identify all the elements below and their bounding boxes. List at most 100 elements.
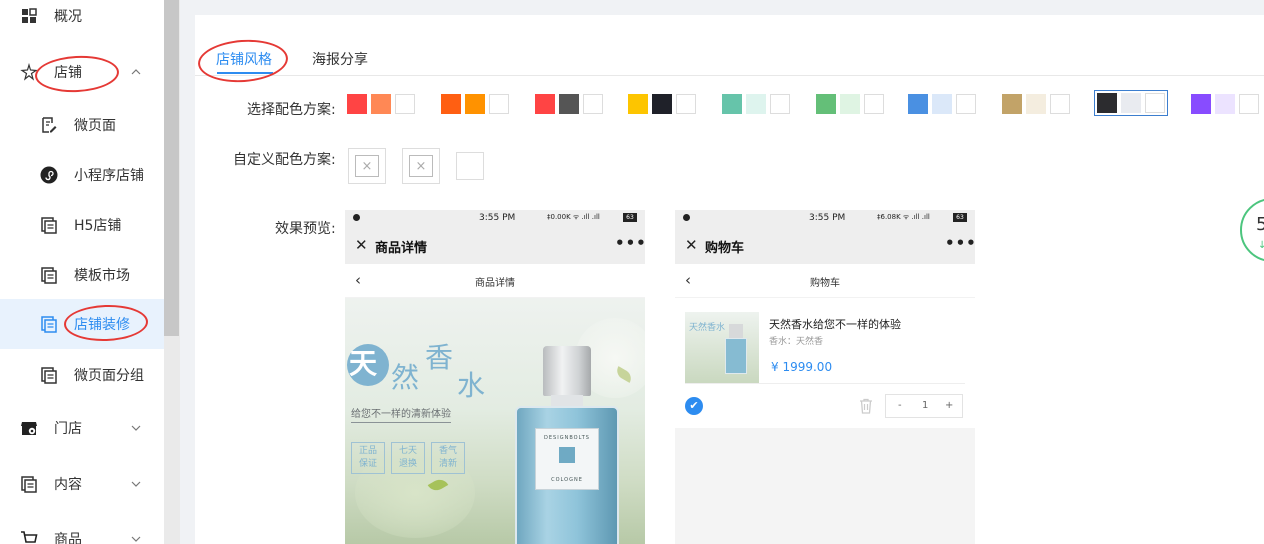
chevron-down-icon: [131, 425, 141, 431]
sidebar: 概况 店铺 微页面 小程序店铺 H5店铺 模板市场 店铺装修 微页面分组 门店 …: [0, 0, 164, 544]
color-scheme-option[interactable]: [722, 92, 790, 116]
app-root: 概况 店铺 微页面 小程序店铺 H5店铺 模板市场 店铺装修 微页面分组 门店 …: [0, 0, 1264, 544]
window-title-bar: ✕ 购物车 •••: [675, 226, 975, 264]
product-tag: 七天 退换: [391, 442, 425, 474]
increase-button[interactable]: +: [945, 400, 953, 411]
sidebar-item-content[interactable]: 内容: [0, 459, 164, 509]
custom-color-empty-icon: ×: [355, 155, 379, 177]
sidebar-item-label: 微页面分组: [74, 368, 144, 384]
sidebar-item-label: 门店: [54, 421, 82, 437]
sidebar-item-micro-page[interactable]: 微页面: [0, 100, 164, 150]
sidebar-item-template-market[interactable]: 模板市场: [0, 250, 164, 300]
page-title: 购物车: [810, 278, 840, 289]
sidebar-item-mini-program-shop[interactable]: 小程序店铺: [0, 150, 164, 200]
color-swatch: [489, 94, 509, 114]
sidebar-item-store[interactable]: 门店: [0, 403, 164, 453]
custom-color-primary-picker[interactable]: ×: [348, 148, 386, 184]
quantity-stepper[interactable]: - 1 +: [885, 394, 963, 418]
color-scheme-option[interactable]: [441, 92, 509, 116]
down-arrow-icon: ↓: [1258, 240, 1264, 251]
color-swatch: [816, 94, 836, 114]
custom-color-secondary-picker[interactable]: ×: [402, 148, 440, 184]
sidebar-item-label: 微页面: [74, 118, 116, 134]
network-status: ‡6.08K ᯤ .ıll .ıll: [877, 213, 930, 221]
close-icon[interactable]: ✕: [685, 236, 698, 254]
sidebar-item-micro-page-group[interactable]: 微页面分组: [0, 350, 164, 400]
battery-icon: 63: [623, 213, 637, 222]
trash-icon[interactable]: [857, 397, 875, 415]
more-icon[interactable]: •••: [615, 234, 645, 252]
color-swatch: [908, 94, 928, 114]
color-swatch: [1050, 94, 1070, 114]
more-icon[interactable]: •••: [945, 234, 975, 252]
cart-preview: 3:55 PM ‡6.08K ᯤ .ıll .ıll 63 ✕ 购物车 ••• …: [675, 210, 975, 544]
product-hero-image: 天 然 香 水 给您不一样的清新体验 正品 保证 七天 退换 香气 清新 DES…: [345, 298, 645, 544]
color-scheme-option[interactable]: [628, 92, 696, 116]
color-scheme-option[interactable]: [535, 92, 603, 116]
color-swatch: [1026, 94, 1046, 114]
close-icon[interactable]: ✕: [355, 236, 368, 254]
product-title-char: 然: [391, 361, 420, 394]
bottle-cap: [543, 346, 591, 396]
sidebar-scrollbar-thumb[interactable]: [164, 0, 179, 336]
cart-item: 天然香水 天然香水给您不一样的体验 香水：天然香 ¥ 1999.00 ✔ - 1…: [675, 298, 975, 428]
color-scheme-option[interactable]: [1191, 92, 1259, 116]
page-nav-bar: ‹ 商品详情: [345, 264, 645, 298]
window-title: 购物车: [705, 241, 745, 256]
color-swatch: [1215, 94, 1235, 114]
status-bar: 3:55 PM ‡0.00K ᯤ .ıll .ıll 63: [345, 210, 645, 226]
page-title: 商品详情: [475, 278, 515, 289]
tab-shop-style[interactable]: 店铺风格: [216, 49, 272, 69]
color-swatch: [956, 94, 976, 114]
cart-empty-area: [675, 428, 975, 544]
color-scheme-option[interactable]: [1094, 90, 1168, 116]
chevron-down-icon: [131, 536, 141, 542]
product-title-char: 水: [457, 369, 486, 402]
quantity-value: 1: [922, 400, 929, 411]
color-swatch: [465, 94, 485, 114]
custom-color-empty-icon: ×: [409, 155, 433, 177]
mini-program-icon: [40, 166, 58, 184]
color-swatch: [347, 94, 367, 114]
dashboard-grid-icon: [20, 7, 38, 25]
sidebar-item-shop[interactable]: 店铺: [0, 47, 164, 97]
sidebar-item-h5-shop[interactable]: H5店铺: [0, 200, 164, 250]
sidebar-item-label: H5店铺: [74, 218, 122, 234]
color-scheme-option[interactable]: [908, 92, 976, 116]
checked-icon[interactable]: ✔: [685, 397, 703, 415]
sidebar-item-shop-decoration[interactable]: 店铺装修: [0, 299, 164, 349]
tab-poster-share[interactable]: 海报分享: [312, 49, 368, 69]
cart-item-thumbnail[interactable]: 天然香水: [685, 312, 759, 384]
content-icon: [20, 475, 38, 493]
custom-color-tertiary-picker[interactable]: [456, 152, 484, 180]
decoration-icon: [40, 315, 58, 333]
color-swatch: [1145, 93, 1165, 113]
window-title-bar: ✕ 商品详情 •••: [345, 226, 645, 264]
battery-icon: 63: [953, 213, 967, 222]
color-swatch: [1002, 94, 1022, 114]
status-bar: 3:55 PM ‡6.08K ᯤ .ıll .ıll 63: [675, 210, 975, 226]
custom-scheme-label: 自定义配色方案:: [233, 152, 336, 168]
color-scheme-option[interactable]: [347, 92, 415, 116]
store-settings-icon: [20, 419, 38, 437]
color-scheme-option[interactable]: [816, 92, 884, 116]
page-group-icon: [40, 366, 58, 384]
product-tag: 香气 清新: [431, 442, 465, 474]
color-scheme-option[interactable]: [1002, 92, 1070, 116]
window-title: 商品详情: [375, 241, 428, 256]
sidebar-item-overview[interactable]: 概况: [0, 0, 164, 41]
status-time: 3:55 PM: [479, 213, 516, 223]
color-swatch: [559, 94, 579, 114]
cart-item-spec: 香水：天然香: [769, 337, 824, 347]
divider: [685, 383, 965, 384]
product-detail-preview: 3:55 PM ‡0.00K ᯤ .ıll .ıll 63 ✕ 商品详情 •••…: [345, 210, 645, 544]
notification-dot-icon: [683, 214, 690, 221]
color-swatch: [746, 94, 766, 114]
sidebar-item-label: 小程序店铺: [74, 168, 144, 184]
chevron-up-icon: [131, 69, 141, 75]
sidebar-item-goods[interactable]: 商品: [0, 514, 164, 544]
product-subtitle: 给您不一样的清新体验: [351, 405, 451, 423]
decrease-button[interactable]: -: [898, 400, 902, 411]
color-swatch: [840, 94, 860, 114]
status-time: 3:55 PM: [809, 213, 846, 223]
